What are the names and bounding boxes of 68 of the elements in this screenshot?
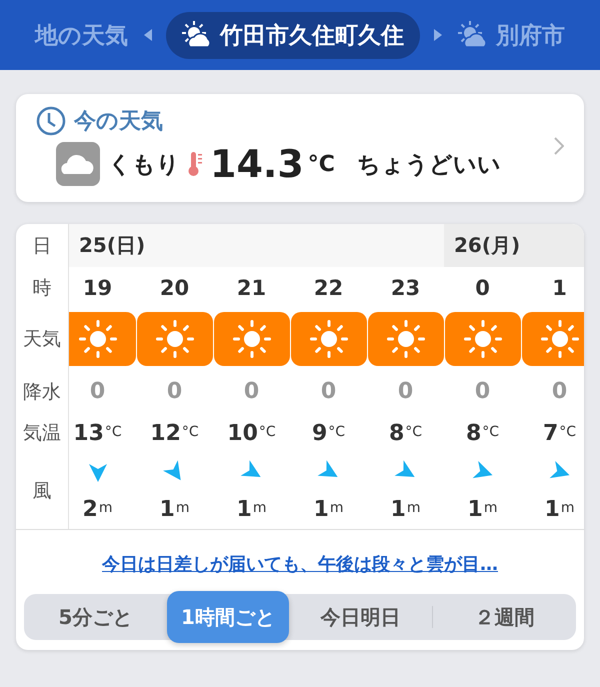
location-tab[interactable]: 別府市 [456,12,567,58]
hour: 23 [390,276,420,300]
temperature: 7 [542,420,558,446]
row-label: 降水 [22,380,62,404]
temperature: 14.3 [210,142,304,186]
precipitation: 0 [244,379,260,404]
interval-tab[interactable]: 1時間ごと [167,591,289,643]
date-header: 25(日) [69,224,444,267]
left-arrow-icon[interactable] [144,29,152,41]
wind-speed: 1 [390,496,406,522]
temperature: 13 [73,420,104,446]
right-arrow-icon[interactable] [434,29,442,41]
precipitation: 0 [166,379,182,404]
wind-unit: m [176,500,190,516]
row-label: 天気 [22,327,62,352]
wind-speed: 2 [82,496,98,522]
wind-unit: m [330,500,344,516]
hour: 22 [314,276,344,300]
comfort-label: ちょうどいい [356,150,501,180]
wind-speed: 1 [314,496,329,522]
temperature-unit: °C [559,424,576,440]
precipitation: 0 [474,379,490,404]
location-tab[interactable]: 竹田市久住町久住 [166,12,420,58]
row-label: 風 [32,478,52,504]
wind-speed: 1 [544,496,560,522]
wind-unit: m [252,500,266,516]
temperature-unit: °C [182,424,199,440]
card-title: 今の天気 [74,108,163,136]
temperature: 8 [388,420,404,446]
temperature: 8 [466,420,482,446]
wind-speed: 1 [468,496,483,522]
thermometer-icon [188,151,202,177]
temperature-unit: °C [308,152,335,176]
temperature-unit: °C [328,424,346,440]
weather-condition: くもり [108,150,180,180]
row-label: 時 [32,276,52,301]
hour: 21 [236,276,266,300]
date-header: 26(月) [444,224,584,267]
precipitation: 0 [552,379,568,404]
hour: 0 [475,276,490,300]
temperature: 10 [227,420,258,446]
chevron-right-icon [554,137,564,155]
wind-speed: 1 [236,496,252,522]
wind-unit: m [406,500,420,516]
clock-icon [36,106,66,136]
forecast-summary-link[interactable]: 今日は日差しが届いても、午後は段々と雲が目… [16,552,584,576]
hour: 1 [552,276,567,300]
hour: 20 [160,276,190,300]
hour: 19 [82,276,112,300]
wind-speed: 1 [160,496,175,522]
wind-unit: m [98,500,112,516]
temperature-unit: °C [104,424,122,440]
interval-tab[interactable]: 今日明日 [288,597,432,637]
temperature: 12 [150,420,181,446]
precipitation: 0 [320,379,336,404]
wind-unit: m [484,500,498,516]
location-tab[interactable]: 地の天気 [33,12,130,58]
temperature-unit: °C [405,424,422,440]
row-label: 日 [32,234,52,258]
row-label: 気温 [22,421,62,446]
interval-tab[interactable]: 5分ごと [24,597,168,637]
temperature: 9 [312,420,328,446]
precipitation: 0 [90,379,106,404]
temperature-unit: °C [482,424,500,440]
precipitation: 0 [398,379,414,404]
interval-tab[interactable]: ２週間 [432,597,576,637]
wind-unit: m [560,500,574,516]
temperature-unit: °C [258,424,276,440]
